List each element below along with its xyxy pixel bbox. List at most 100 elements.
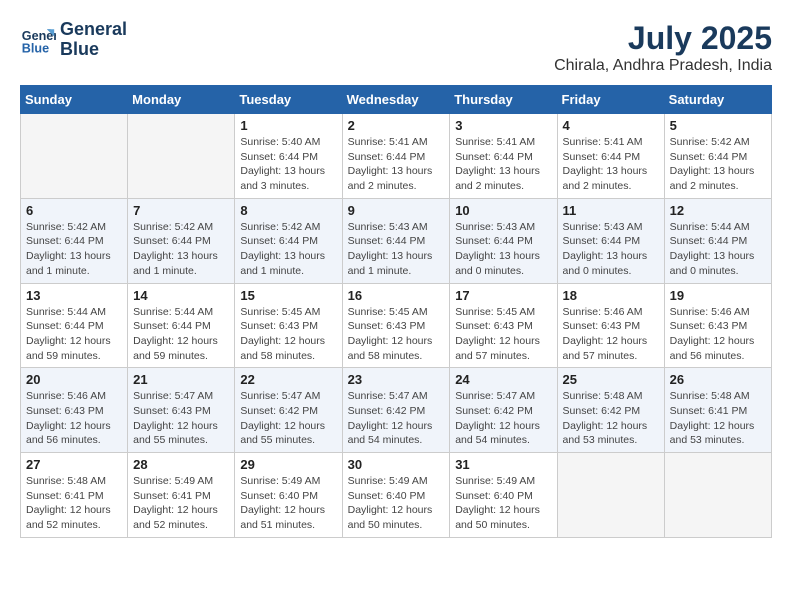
day-info: Sunrise: 5:47 AM Sunset: 6:42 PM Dayligh… [348, 389, 445, 448]
day-info: Sunrise: 5:42 AM Sunset: 6:44 PM Dayligh… [240, 220, 336, 279]
calendar-cell: 4Sunrise: 5:41 AM Sunset: 6:44 PM Daylig… [557, 114, 664, 199]
day-number: 12 [670, 203, 766, 218]
logo-text: General Blue [60, 20, 127, 60]
page-header: General Blue General Blue July 2025 Chir… [20, 20, 772, 75]
day-number: 6 [26, 203, 122, 218]
calendar-cell: 17Sunrise: 5:45 AM Sunset: 6:43 PM Dayli… [450, 283, 557, 368]
day-number: 8 [240, 203, 336, 218]
day-number: 5 [670, 118, 766, 133]
weekday-header-sunday: Sunday [21, 86, 128, 114]
calendar-cell: 14Sunrise: 5:44 AM Sunset: 6:44 PM Dayli… [128, 283, 235, 368]
calendar-cell: 18 Sunrise: 5:46 AM Sunset: 6:43 PM Dayli… [557, 283, 664, 368]
day-info: Sunrise: 5:49 AM Sunset: 6:40 PM Dayligh… [455, 474, 551, 533]
day-info: Sunrise: 5:44 AM Sunset: 6:44 PM Dayligh… [670, 220, 766, 279]
calendar-cell: 19Sunrise: 5:46 AM Sunset: 6:43 PM Dayli… [664, 283, 771, 368]
day-info: Sunrise: 5:45 AM Sunset: 6:43 PM Dayligh… [455, 305, 551, 364]
day-info: Sunrise: 5:41 AM Sunset: 6:44 PM Dayligh… [348, 135, 445, 194]
day-info: Sunrise: 5:42 AM Sunset: 6:44 PM Dayligh… [133, 220, 229, 279]
location: Chirala, Andhra Pradesh, India [554, 57, 772, 75]
day-number: 19 [670, 288, 766, 303]
day-number: 7 [133, 203, 229, 218]
calendar-cell: 13 Sunrise: 5:44 AM Sunset: 6:44 PM Dayli… [21, 283, 128, 368]
calendar-cell: 15 Sunrise: 5:45 AM Sunset: 6:43 PM Dayli… [235, 283, 342, 368]
calendar-cell: 23 Sunrise: 5:47 AM Sunset: 6:42 PM Dayli… [342, 368, 450, 453]
day-number: 26 [670, 372, 766, 387]
weekday-header-tuesday: Tuesday [235, 86, 342, 114]
day-number: 15 [240, 288, 336, 303]
calendar-cell: 29Sunrise: 5:49 AM Sunset: 6:40 PM Dayli… [235, 453, 342, 538]
day-number: 14 [133, 288, 229, 303]
weekday-header-saturday: Saturday [664, 86, 771, 114]
day-number: 23 [348, 372, 445, 387]
calendar-cell: 6Sunrise: 5:42 AM Sunset: 6:44 PM Daylig… [21, 198, 128, 283]
calendar-cell: 11 Sunrise: 5:43 AM Sunset: 6:44 PM Dayli… [557, 198, 664, 283]
calendar-cell: 21 Sunrise: 5:47 AM Sunset: 6:43 PM Dayli… [128, 368, 235, 453]
day-number: 31 [455, 457, 551, 472]
calendar-cell: 12 Sunrise: 5:44 AM Sunset: 6:44 PM Dayli… [664, 198, 771, 283]
day-info: Sunrise: 5:49 AM Sunset: 6:41 PM Dayligh… [133, 474, 229, 533]
weekday-header-row: SundayMondayTuesdayWednesdayThursdayFrid… [21, 86, 772, 114]
day-number: 22 [240, 372, 336, 387]
day-number: 25 [563, 372, 659, 387]
weekday-header-monday: Monday [128, 86, 235, 114]
calendar-cell: 8 Sunrise: 5:42 AM Sunset: 6:44 PM Daylig… [235, 198, 342, 283]
day-info: Sunrise: 5:44 AM Sunset: 6:44 PM Dayligh… [26, 305, 122, 364]
day-info: Sunrise: 5:47 AM Sunset: 6:42 PM Dayligh… [240, 389, 336, 448]
calendar-cell: 3Sunrise: 5:41 AM Sunset: 6:44 PM Daylig… [450, 114, 557, 199]
week-row-4: 20Sunrise: 5:46 AM Sunset: 6:43 PM Dayli… [21, 368, 772, 453]
week-row-3: 13 Sunrise: 5:44 AM Sunset: 6:44 PM Dayli… [21, 283, 772, 368]
calendar-cell: 7 Sunrise: 5:42 AM Sunset: 6:44 PM Daylig… [128, 198, 235, 283]
calendar-cell: 31 Sunrise: 5:49 AM Sunset: 6:40 PM Dayli… [450, 453, 557, 538]
logo-line2: Blue [60, 39, 99, 59]
calendar-table: SundayMondayTuesdayWednesdayThursdayFrid… [20, 85, 772, 538]
day-info: Sunrise: 5:42 AM Sunset: 6:44 PM Dayligh… [670, 135, 766, 194]
calendar-cell: 26 Sunrise: 5:48 AM Sunset: 6:41 PM Dayli… [664, 368, 771, 453]
week-row-1: 1Sunrise: 5:40 AM Sunset: 6:44 PM Daylig… [21, 114, 772, 199]
day-info: Sunrise: 5:47 AM Sunset: 6:43 PM Dayligh… [133, 389, 229, 448]
calendar-cell: 1Sunrise: 5:40 AM Sunset: 6:44 PM Daylig… [235, 114, 342, 199]
day-number: 21 [133, 372, 229, 387]
logo-icon: General Blue [20, 22, 56, 58]
day-number: 28 [133, 457, 229, 472]
day-info: Sunrise: 5:46 AM Sunset: 6:43 PM Dayligh… [563, 305, 659, 364]
day-number: 4 [563, 118, 659, 133]
calendar-cell: 22 Sunrise: 5:47 AM Sunset: 6:42 PM Dayli… [235, 368, 342, 453]
day-number: 30 [348, 457, 445, 472]
day-info: Sunrise: 5:43 AM Sunset: 6:44 PM Dayligh… [348, 220, 445, 279]
day-number: 27 [26, 457, 122, 472]
day-number: 11 [563, 203, 659, 218]
day-number: 18 [563, 288, 659, 303]
day-info: Sunrise: 5:48 AM Sunset: 6:41 PM Dayligh… [26, 474, 122, 533]
calendar-cell: 16Sunrise: 5:45 AM Sunset: 6:43 PM Dayli… [342, 283, 450, 368]
calendar-cell: 20Sunrise: 5:46 AM Sunset: 6:43 PM Dayli… [21, 368, 128, 453]
day-info: Sunrise: 5:48 AM Sunset: 6:41 PM Dayligh… [670, 389, 766, 448]
month-year: July 2025 [554, 20, 772, 57]
weekday-header-friday: Friday [557, 86, 664, 114]
svg-text:Blue: Blue [22, 41, 49, 55]
day-number: 3 [455, 118, 551, 133]
day-info: Sunrise: 5:45 AM Sunset: 6:43 PM Dayligh… [240, 305, 336, 364]
calendar-cell: 5 Sunrise: 5:42 AM Sunset: 6:44 PM Daylig… [664, 114, 771, 199]
calendar-cell: 24 Sunrise: 5:47 AM Sunset: 6:42 PM Dayli… [450, 368, 557, 453]
calendar-cell: 10Sunrise: 5:43 AM Sunset: 6:44 PM Dayli… [450, 198, 557, 283]
calendar-cell: 9Sunrise: 5:43 AM Sunset: 6:44 PM Daylig… [342, 198, 450, 283]
day-number: 16 [348, 288, 445, 303]
logo-line1: General [60, 19, 127, 39]
calendar-cell: 27 Sunrise: 5:48 AM Sunset: 6:41 PM Dayli… [21, 453, 128, 538]
logo: General Blue General Blue [20, 20, 127, 60]
week-row-2: 6 Sunrise: 5:42 AM Sunset: 6:44 PM Daylig… [21, 198, 772, 283]
day-info: Sunrise: 5:43 AM Sunset: 6:44 PM Dayligh… [455, 220, 551, 279]
calendar-cell: 28 Sunrise: 5:49 AM Sunset: 6:41 PM Dayli… [128, 453, 235, 538]
day-number: 13 [26, 288, 122, 303]
weekday-header-wednesday: Wednesday [342, 86, 450, 114]
calendar-cell [664, 453, 771, 538]
day-number: 24 [455, 372, 551, 387]
calendar-cell: 2Sunrise: 5:41 AM Sunset: 6:44 PM Daylig… [342, 114, 450, 199]
calendar-cell: 30 Sunrise: 5:49 AM Sunset: 6:40 PM Dayli… [342, 453, 450, 538]
day-info: Sunrise: 5:43 AM Sunset: 6:44 PM Dayligh… [563, 220, 659, 279]
calendar-cell [128, 114, 235, 199]
week-row-5: 27 Sunrise: 5:48 AM Sunset: 6:41 PM Dayli… [21, 453, 772, 538]
day-info: Sunrise: 5:46 AM Sunset: 6:43 PM Dayligh… [26, 389, 122, 448]
day-info: Sunrise: 5:47 AM Sunset: 6:42 PM Dayligh… [455, 389, 551, 448]
day-info: Sunrise: 5:49 AM Sunset: 6:40 PM Dayligh… [348, 474, 445, 533]
